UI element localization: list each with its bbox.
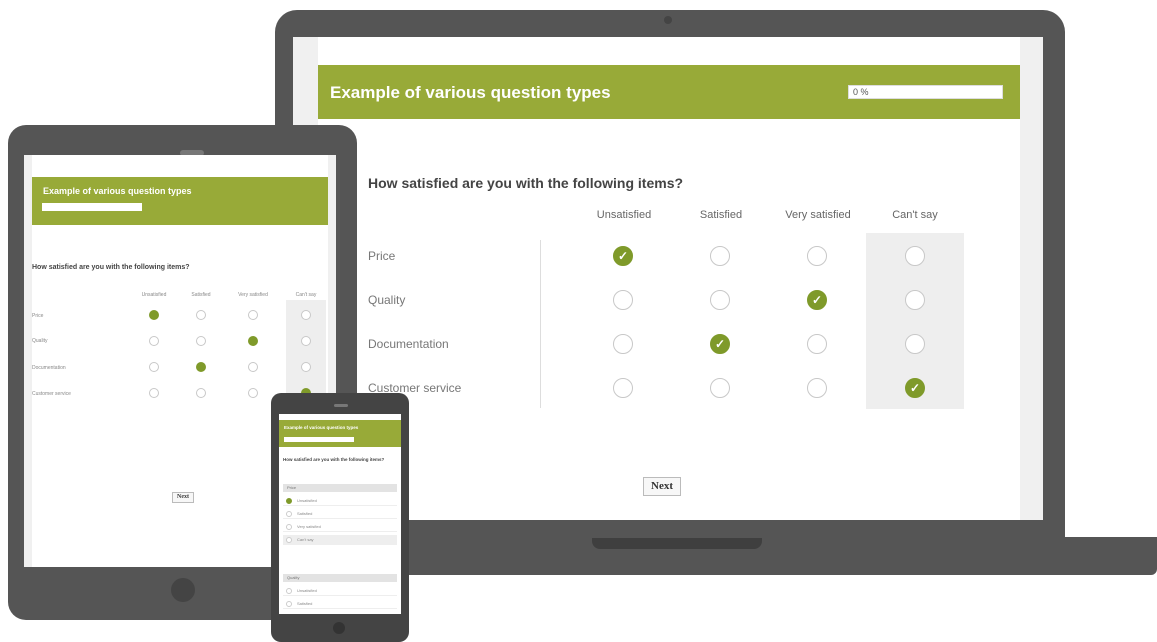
radio-documentation-cant-say[interactable] bbox=[905, 334, 925, 354]
phone-survey-header: Example of various question types bbox=[279, 420, 401, 447]
laptop-notch bbox=[592, 538, 762, 549]
tablet-radio-documentation-very-satisfied[interactable] bbox=[248, 362, 258, 372]
phone-group-label: Price bbox=[287, 485, 297, 490]
radio-customer-service-unsatisfied[interactable] bbox=[613, 378, 633, 398]
phone-option-label: Satisfied bbox=[297, 601, 313, 606]
tablet-radio-quality-satisfied[interactable] bbox=[196, 336, 206, 346]
radio-customer-service-cant-say[interactable]: ✓ bbox=[905, 378, 925, 398]
phone-option-label: Satisfied bbox=[297, 511, 313, 516]
phone-group-price: Price bbox=[283, 484, 397, 492]
radio-documentation-very-satisfied[interactable] bbox=[807, 334, 827, 354]
tablet-radio-quality-very-satisfied[interactable] bbox=[248, 336, 258, 346]
tablet-radio-price-cant-say[interactable] bbox=[301, 310, 311, 320]
tablet-col-satisfied: Satisfied bbox=[191, 292, 211, 298]
radio-documentation-unsatisfied[interactable] bbox=[613, 334, 633, 354]
survey-header: Example of various question types 0 % bbox=[318, 65, 1020, 119]
radio-price-very-satisfied[interactable] bbox=[807, 246, 827, 266]
tablet-radio-quality-unsatisfied[interactable] bbox=[149, 336, 159, 346]
tablet-row-customer-service: Customer service bbox=[32, 391, 71, 397]
tablet-radio-documentation-satisfied[interactable] bbox=[196, 362, 206, 372]
laptop-camera bbox=[664, 16, 672, 24]
tablet-next-button[interactable]: Next bbox=[172, 492, 194, 503]
phone-radio bbox=[286, 601, 292, 607]
phone-group-label: Quality bbox=[287, 575, 300, 580]
tablet-row-quality: Quality bbox=[32, 338, 48, 344]
row-label-quality: Quality bbox=[368, 293, 406, 307]
radio-price-cant-say[interactable] bbox=[905, 246, 925, 266]
radio-quality-satisfied[interactable] bbox=[710, 290, 730, 310]
progress-label: 0 % bbox=[853, 87, 869, 97]
radio-documentation-satisfied[interactable]: ✓ bbox=[710, 334, 730, 354]
phone-screen: Example of various question types How sa… bbox=[279, 414, 401, 614]
phone-speaker bbox=[334, 404, 348, 407]
phone-option-label: Unsatisfied bbox=[297, 498, 317, 503]
phone-option-label: Can't say bbox=[297, 537, 314, 542]
tablet-home-button bbox=[171, 578, 195, 602]
radio-quality-cant-say[interactable] bbox=[905, 290, 925, 310]
phone-progress-bar bbox=[284, 437, 354, 442]
tablet-row-price: Price bbox=[32, 313, 44, 319]
tablet-radio-customer-service-unsatisfied[interactable] bbox=[149, 388, 159, 398]
radio-quality-unsatisfied[interactable] bbox=[613, 290, 633, 310]
row-label-documentation: Documentation bbox=[368, 337, 449, 351]
phone-option-quality-unsatisfied[interactable]: Unsatisfied bbox=[283, 586, 397, 596]
phone-option-unsatisfied[interactable]: Unsatisfied bbox=[283, 496, 397, 506]
survey-title: Example of various question types bbox=[330, 83, 611, 102]
phone-option-cant-say[interactable]: Can't say bbox=[283, 535, 397, 545]
phone-survey-title: Example of various question types bbox=[284, 425, 359, 430]
progress-bar: 0 % bbox=[848, 85, 1003, 99]
tablet-radio-quality-cant-say[interactable] bbox=[301, 336, 311, 346]
tablet-radio-customer-service-satisfied[interactable] bbox=[196, 388, 206, 398]
tablet-col-cant-say: Can't say bbox=[295, 292, 317, 298]
row-divider bbox=[540, 240, 541, 408]
phone-group-quality: Quality bbox=[283, 574, 397, 582]
question-text: How satisfied are you with the following… bbox=[368, 175, 684, 191]
tablet-radio-documentation-cant-say[interactable] bbox=[301, 362, 311, 372]
radio-customer-service-very-satisfied[interactable] bbox=[807, 378, 827, 398]
radio-customer-service-satisfied[interactable] bbox=[710, 378, 730, 398]
phone-option-label: Very satisfied bbox=[297, 524, 321, 529]
phone-option-label: Unsatisfied bbox=[297, 588, 317, 593]
phone-radio-checked bbox=[286, 498, 292, 504]
column-header-very-satisfied: Very satisfied bbox=[785, 209, 851, 221]
tablet-radio-customer-service-very-satisfied[interactable] bbox=[248, 388, 258, 398]
column-header-unsatisfied: Unsatisfied bbox=[596, 209, 652, 221]
next-button[interactable]: Next bbox=[643, 477, 681, 496]
tablet-radio-price-unsatisfied[interactable] bbox=[149, 310, 159, 320]
tablet-survey-title: Example of various question types bbox=[43, 186, 192, 196]
tablet-col-unsatisfied: Unsatisfied bbox=[141, 292, 167, 298]
phone-home-button bbox=[333, 622, 345, 634]
phone-radio bbox=[286, 511, 292, 517]
phone-question-text: How satisfied are you with the following… bbox=[283, 457, 385, 462]
phone-option-satisfied[interactable]: Satisfied bbox=[283, 509, 397, 519]
tablet-question-text: How satisfied are you with the following… bbox=[32, 264, 190, 271]
tablet-col-very-satisfied: Very satisfied bbox=[238, 292, 268, 298]
tablet-radio-documentation-unsatisfied[interactable] bbox=[149, 362, 159, 372]
radio-price-unsatisfied[interactable]: ✓ bbox=[613, 246, 633, 266]
phone-radio bbox=[286, 524, 292, 530]
phone-option-quality-satisfied[interactable]: Satisfied bbox=[283, 599, 397, 609]
row-label-price: Price bbox=[368, 249, 396, 263]
phone-radio bbox=[286, 588, 292, 594]
radio-price-satisfied[interactable] bbox=[710, 246, 730, 266]
radio-quality-very-satisfied[interactable]: ✓ bbox=[807, 290, 827, 310]
phone-option-very-satisfied[interactable]: Very satisfied bbox=[283, 522, 397, 532]
tablet-radio-price-satisfied[interactable] bbox=[196, 310, 206, 320]
tablet-progress-bar bbox=[42, 203, 142, 211]
tablet-row-documentation: Documentation bbox=[32, 365, 66, 371]
column-header-satisfied: Satisfied bbox=[699, 209, 743, 221]
tablet-radio-price-very-satisfied[interactable] bbox=[248, 310, 258, 320]
tablet-survey-header: Example of various question types bbox=[32, 177, 328, 225]
phone-radio bbox=[286, 537, 292, 543]
column-header-cant-say: Can't say bbox=[892, 209, 938, 221]
